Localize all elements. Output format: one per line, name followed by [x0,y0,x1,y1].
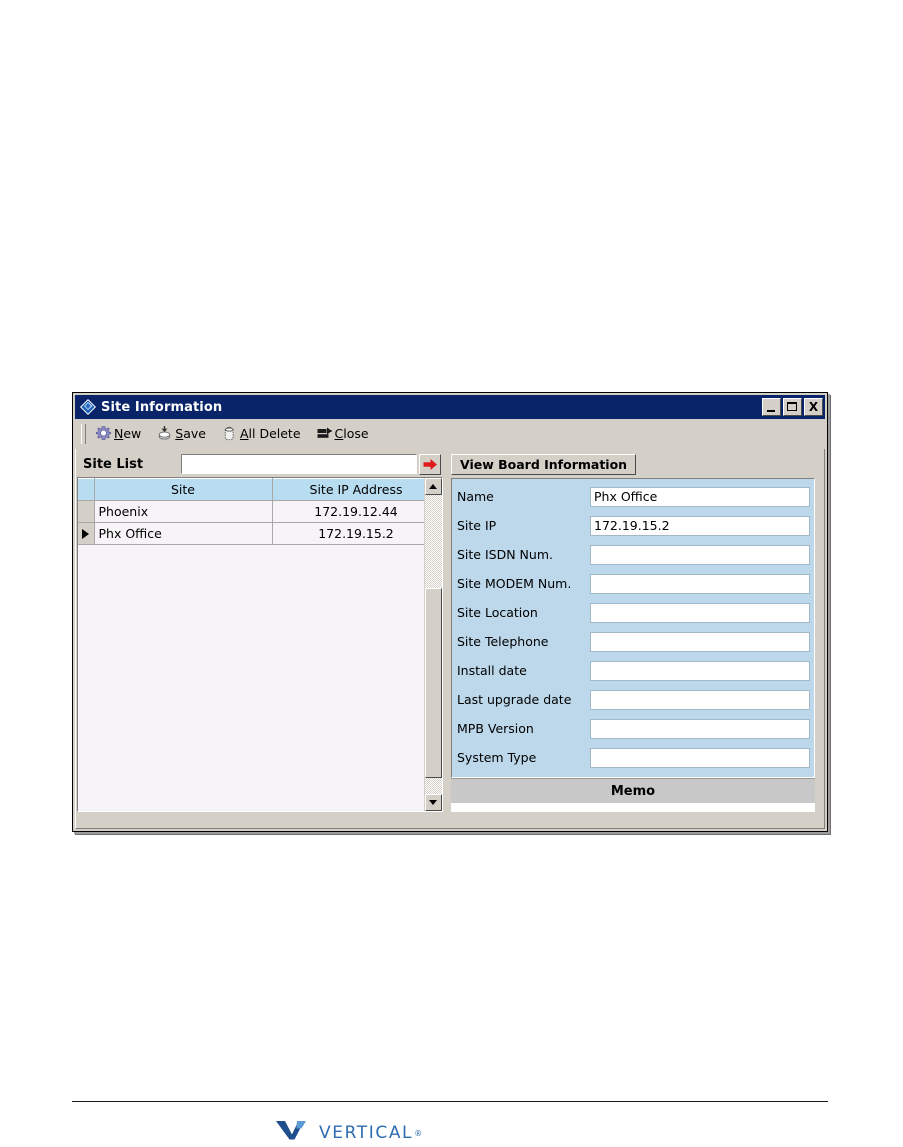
input-name[interactable]: Phx Office [590,486,810,507]
field-row-site-ip: Site IP 172.19.15.2 [452,511,814,540]
close-toolbar-button[interactable]: Close [314,422,376,446]
field-row-install-date: Install date [452,656,814,685]
field-row-name: Name Phx Office [452,482,814,511]
input-site-location[interactable] [590,602,810,623]
field-row-site-location: Site Location [452,598,814,627]
cell-site-ip: 172.19.15.2 [272,522,424,545]
all-delete-button[interactable]: All Delete [219,422,308,446]
input-install-date[interactable] [590,660,810,681]
site-table: Site Site IP Address Phoenix 172.19.12.4… [78,478,424,545]
site-detail-form: Name Phx Office Site IP 172.19.15.2 Site… [451,478,815,778]
label-last-upgrade-date: Last upgrade date [457,692,572,707]
maximize-button[interactable] [783,398,802,416]
table-body: Phoenix 172.19.12.44 Phx Office 172.19.1… [78,500,424,545]
input-site-isdn-num[interactable] [590,544,810,565]
main-toolbar: New Save All Delete Close [75,419,825,449]
label-site-modem-num: Site MODEM Num. [457,576,572,591]
row-selector-cell-current[interactable] [78,522,95,545]
label-name: Name [457,489,494,504]
minimize-button[interactable] [762,398,781,416]
save-button-label: Save [175,426,206,441]
vertical-logo: VERTICAL ® [276,1120,422,1146]
toolbar-grip[interactable] [81,423,86,444]
table-row[interactable]: Phx Office 172.19.15.2 [78,522,424,545]
current-row-marker-icon [82,528,89,539]
label-install-date: Install date [457,663,527,678]
exit-door-arrow-icon [316,425,333,442]
gear-icon [95,425,112,442]
window-controls: X [762,398,823,416]
red-right-arrow-icon [423,458,437,470]
input-site-telephone[interactable] [590,631,810,652]
input-last-upgrade-date[interactable] [590,689,810,710]
site-list-grid: Site Site IP Address Phoenix 172.19.12.4… [77,477,443,812]
site-information-window: Site Information X New Save All Delete C… [72,392,828,832]
input-system-type[interactable] [590,747,810,768]
vertical-logo-text: VERTICAL [319,1123,414,1143]
scroll-up-icon [429,484,438,489]
field-row-site-telephone: Site Telephone [452,627,814,656]
close-button[interactable]: X [804,398,823,416]
save-button[interactable]: Save [154,422,213,446]
field-row-last-upgrade-date: Last upgrade date [452,685,814,714]
site-list-bar: Site List [77,451,441,477]
cell-site: Phoenix [94,500,273,523]
label-site-location: Site Location [457,605,538,620]
label-site-ip: Site IP [457,518,497,533]
cell-site: Phx Office [94,522,273,545]
field-row-site-modem-num: Site MODEM Num. [452,569,814,598]
column-header-selector [78,478,95,501]
field-row-mpb-version: MPB Version [452,714,814,743]
label-site-isdn-num: Site ISDN Num. [457,547,553,562]
window-title: Site Information [101,399,223,415]
column-header-site[interactable]: Site [94,478,273,501]
grid-vertical-scrollbar[interactable] [423,478,442,811]
vertical-logo-trademark: ® [414,1128,423,1138]
view-board-information-button[interactable]: View Board Information [451,454,637,475]
table-header: Site Site IP Address [78,478,424,501]
memo-textarea[interactable] [451,803,815,812]
input-site-modem-num[interactable] [590,573,810,594]
close-toolbar-button-label: Close [334,426,369,441]
vertical-v-mark-icon [276,1119,312,1147]
new-button-label: New [114,426,142,441]
cell-site-ip: 172.19.12.44 [272,500,424,523]
row-selector-cell[interactable] [78,500,95,523]
document-page: Site Information X New Save All Delete C… [0,0,903,1146]
memo-section-header: Memo [451,778,815,803]
label-site-telephone: Site Telephone [457,634,549,649]
footer-divider [72,1101,828,1102]
close-icon: X [808,399,819,414]
site-search-input[interactable] [181,454,417,474]
all-delete-button-label: All Delete [239,426,301,441]
table-header-row: Site Site IP Address [78,478,424,501]
diamond-app-icon [79,398,97,416]
scroll-down-button[interactable] [424,794,442,811]
scrollbar-thumb[interactable] [424,588,442,778]
site-search-go-button[interactable] [419,453,441,475]
column-header-site-ip[interactable]: Site IP Address [272,478,424,501]
field-row-site-isdn-num: Site ISDN Num. [452,540,814,569]
table-row[interactable]: Phoenix 172.19.12.44 [78,500,424,523]
input-mpb-version[interactable] [590,718,810,739]
label-mpb-version: MPB Version [457,721,534,736]
grid-viewport: Site Site IP Address Phoenix 172.19.12.4… [78,478,424,811]
site-detail-panel: View Board Information Name Phx Office S… [447,451,819,812]
new-button[interactable]: New [93,422,148,446]
field-row-system-type: System Type [452,743,814,772]
scroll-down-icon [429,800,438,805]
site-list-label: Site List [83,456,144,472]
scroll-up-button[interactable] [424,478,442,495]
trash-can-icon [221,425,238,442]
input-site-ip[interactable]: 172.19.15.2 [590,515,810,536]
save-disk-icon [156,425,173,442]
window-titlebar[interactable]: Site Information X [75,395,825,419]
label-system-type: System Type [457,750,537,765]
